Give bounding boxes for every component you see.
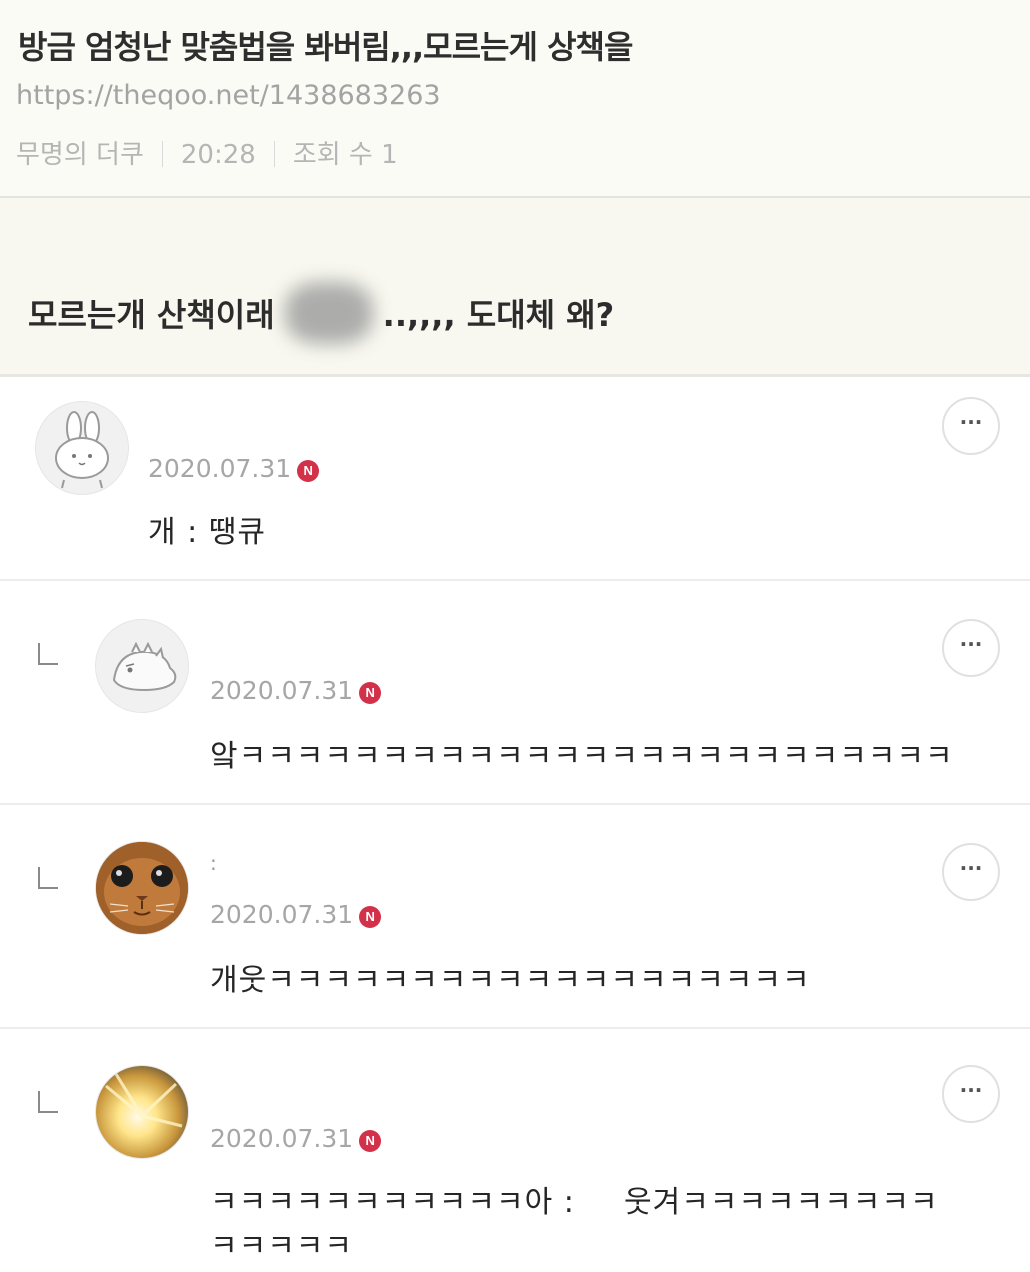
- comment-date: 2020.07.31 N: [210, 1124, 382, 1153]
- more-options-button[interactable]: ···: [942, 1065, 1000, 1123]
- comment-text: 개 : 땡큐: [148, 515, 266, 550]
- comment-date: 2020.07.31 N: [148, 454, 320, 483]
- comment-item: : 2020.07.31 N 개웃ㅋㅋㅋㅋㅋㅋㅋㅋㅋㅋㅋㅋㅋㅋㅋㅋㅋㅋㅋ ···: [0, 805, 1030, 1029]
- post-url[interactable]: https://theqoo.net/1438683263: [16, 80, 441, 111]
- comment-item: 2020.07.31 N 개 : 땡큐 ···: [0, 377, 1030, 581]
- post-header: 방금 엄청난 맞춤법을 봐버림,,,모르는게 상책을 https://theqo…: [0, 0, 1030, 198]
- comment-item: 2020.07.31 N ㅋㅋㅋㅋㅋㅋㅋㅋㅋㅋㅋ아 : 웃겨ㅋㅋㅋㅋㅋㅋㅋㅋㅋ ㅋ…: [0, 1029, 1030, 1272]
- comment-date: 2020.07.31 N: [210, 676, 382, 705]
- comment-text: 개웃ㅋㅋㅋㅋㅋㅋㅋㅋㅋㅋㅋㅋㅋㅋㅋㅋㅋㅋㅋ: [210, 963, 811, 998]
- new-badge: N: [359, 906, 382, 928]
- more-options-button[interactable]: ···: [942, 619, 1000, 677]
- dinosaur-avatar[interactable]: [95, 619, 189, 713]
- comment-item: 2020.07.31 N 앜ㅋㅋㅋㅋㅋㅋㅋㅋㅋㅋㅋㅋㅋㅋㅋㅋㅋㅋㅋㅋㅋㅋㅋㅋㅋ ·…: [0, 581, 1030, 805]
- post-author: 무명의 더쿠: [16, 140, 144, 170]
- more-options-button[interactable]: ···: [942, 843, 1000, 901]
- comment-text-line1-start: ㅋㅋㅋㅋㅋㅋㅋㅋㅋㅋㅋ아 :: [210, 1185, 575, 1220]
- sunburst-avatar[interactable]: [95, 1065, 189, 1159]
- reply-indicator-icon: [38, 867, 58, 889]
- post-content-text-before: 모르는개 산책이래: [28, 296, 275, 334]
- comment-text-line2: ㅋㅋㅋㅋㅋ: [210, 1229, 353, 1264]
- post-content-text-after: ..,,,, 도대체 왜?: [382, 296, 615, 334]
- new-badge: N: [297, 460, 320, 482]
- meta-divider: [273, 141, 275, 167]
- post-title[interactable]: 방금 엄청난 맞춤법을 봐버림,,,모르는게 상책을: [18, 22, 633, 68]
- comment-text: 앜ㅋㅋㅋㅋㅋㅋㅋㅋㅋㅋㅋㅋㅋㅋㅋㅋㅋㅋㅋㅋㅋㅋㅋㅋㅋ: [210, 739, 954, 774]
- theqoo-post-screenshot: 방금 엄청난 맞춤법을 봐버림,,,모르는게 상책을 https://theqo…: [0, 0, 1030, 1272]
- post-time: 20:28: [180, 140, 256, 170]
- new-badge: N: [359, 682, 382, 704]
- reply-indicator-icon: [38, 643, 58, 665]
- new-badge: N: [359, 1130, 382, 1152]
- comment-text-line1-end: 웃겨ㅋㅋㅋㅋㅋㅋㅋㅋㅋ: [624, 1185, 939, 1220]
- more-options-button[interactable]: ···: [942, 397, 1000, 455]
- comment-date: 2020.07.31 N: [210, 900, 382, 929]
- reply-indicator-icon: [38, 1091, 58, 1113]
- post-meta: 무명의 더쿠 20:28 조회 수 1: [16, 134, 398, 171]
- comment-nickname: :: [210, 851, 217, 875]
- post-views: 조회 수 1: [292, 140, 398, 170]
- post-content: 모르는개 산책이래 ..,,,, 도대체 왜?: [28, 282, 615, 344]
- post-body: 모르는개 산책이래 ..,,,, 도대체 왜?: [0, 198, 1030, 377]
- rabbit-avatar[interactable]: [35, 401, 129, 495]
- cat-avatar[interactable]: [95, 841, 189, 935]
- blurred-image: [284, 282, 373, 344]
- meta-divider: [161, 141, 163, 167]
